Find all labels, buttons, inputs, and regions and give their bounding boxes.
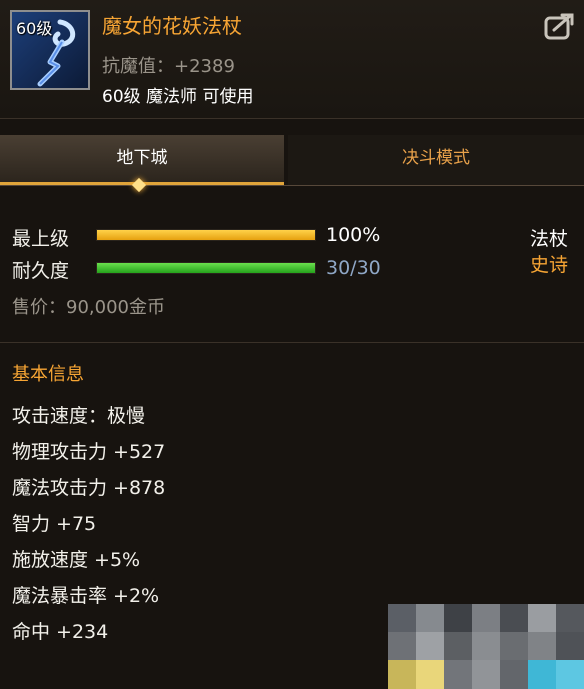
durability-bar <box>96 262 316 274</box>
durability-label: 耐久度 <box>12 260 70 282</box>
sell-price: 售价：90,000金币 <box>12 297 165 318</box>
item-name: 魔女的花妖法杖 <box>102 14 242 38</box>
basic-info-title: 基本信息 <box>12 364 84 385</box>
magic-resist-stat: 抗魔值：+2389 <box>102 56 235 77</box>
attribute-line: 命中 +234 <box>12 621 109 643</box>
item-type: 法杖 <box>529 228 568 250</box>
share-icon[interactable] <box>544 12 576 40</box>
item-header: 60级 魔女的花妖法杖 抗魔值：+2389 60级 魔法师 可使用 <box>0 0 584 119</box>
item-grade: 史诗 <box>529 254 568 276</box>
usage-requirement: 60级 魔法师 可使用 <box>102 87 254 107</box>
max-level-bar-fill <box>97 230 315 240</box>
durability-value: 30/30 <box>326 257 381 279</box>
attribute-line: 施放速度 +5% <box>12 549 141 571</box>
attribute-line: 攻击速度：极慢 <box>12 405 146 427</box>
tab-duel-mode[interactable]: 决斗模式 <box>288 135 584 185</box>
item-icon-frame[interactable]: 60级 <box>10 10 90 90</box>
max-level-bar <box>96 229 316 241</box>
mode-tabs: 地下城 决斗模式 <box>0 135 584 186</box>
divider <box>0 342 584 343</box>
attribute-line: 智力 +75 <box>12 513 97 535</box>
pixelated-watermark <box>388 604 584 689</box>
max-level-value: 100% <box>326 224 381 246</box>
attribute-line: 魔法暴击率 +2% <box>12 585 160 607</box>
max-level-label: 最上级 <box>12 228 70 250</box>
durability-bar-fill <box>97 263 315 273</box>
attribute-line: 魔法攻击力 +878 <box>12 477 166 499</box>
attribute-line: 物理攻击力 +527 <box>12 441 166 463</box>
tab-dungeon[interactable]: 地下城 <box>0 135 284 185</box>
level-badge: 60级 <box>16 19 53 38</box>
